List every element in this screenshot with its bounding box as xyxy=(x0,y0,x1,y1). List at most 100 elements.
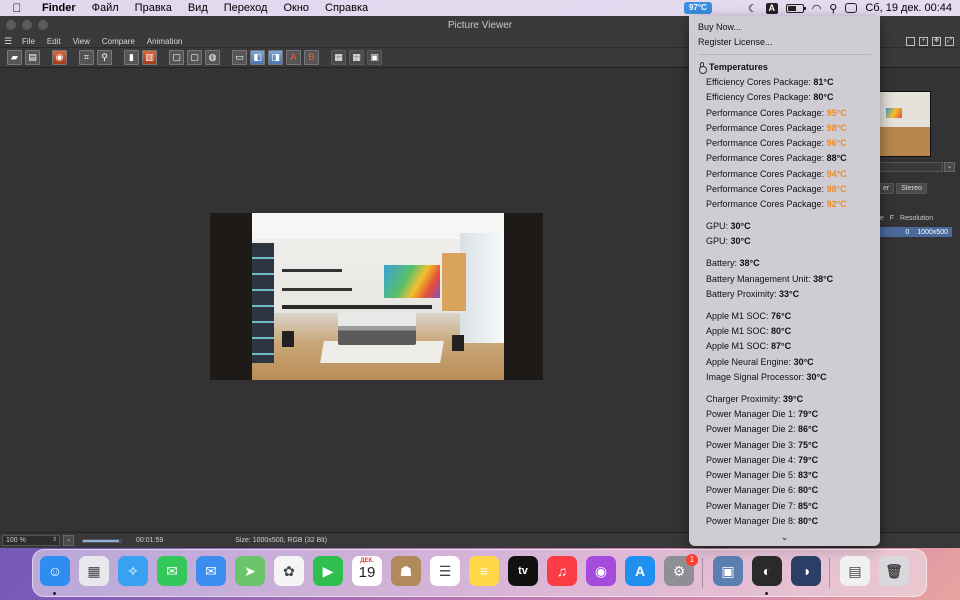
compare-icon[interactable]: ▭ xyxy=(232,50,247,65)
tab-filter[interactable]: er xyxy=(878,183,895,194)
mail-icon[interactable]: ✉ xyxy=(196,556,226,586)
temperature-row[interactable]: Power Manager Die 2: 86°C xyxy=(706,422,880,437)
temperature-row[interactable]: Efficiency Cores Package: 81°C xyxy=(706,75,880,90)
apple-tv-icon[interactable]: tv xyxy=(508,556,538,586)
split-view-icon[interactable]: ◧ xyxy=(250,50,265,65)
messages-icon[interactable]: ✉ xyxy=(157,556,187,586)
grid-alt-icon[interactable]: ▦ xyxy=(349,50,364,65)
menu-help[interactable]: Справка xyxy=(317,2,376,14)
reminders-icon[interactable]: ☰ xyxy=(430,556,460,586)
panel-layout-icon[interactable] xyxy=(906,36,915,46)
zoom-tool-icon[interactable]: ⚲ xyxy=(97,50,112,65)
close-window-button[interactable] xyxy=(6,20,16,30)
apple-menu-icon[interactable]:  xyxy=(0,1,34,15)
temperature-row[interactable]: Power Manager Die 6: 80°C xyxy=(706,483,880,498)
set-a-icon[interactable]: A xyxy=(286,50,301,65)
zoom-field[interactable]: 100 % ⇕ xyxy=(2,535,60,546)
temperature-row[interactable]: Performance Cores Package: 98°C xyxy=(706,121,880,136)
search-icon[interactable]: ⚲ xyxy=(829,2,837,15)
scroll-down-chevron-icon[interactable]: ⌄ xyxy=(689,532,880,543)
temperature-row[interactable]: GPU: 30°C xyxy=(706,219,880,234)
temperature-row[interactable]: Apple M1 SOC: 87°C xyxy=(706,339,880,354)
podcasts-icon[interactable]: ◉ xyxy=(586,556,616,586)
document-icon[interactable]: ▤ xyxy=(840,556,870,586)
menu-app-name[interactable]: Finder xyxy=(34,2,84,14)
navigator-thumbnail[interactable] xyxy=(879,91,931,157)
temperature-row[interactable]: Performance Cores Package: 94°C xyxy=(706,167,880,182)
temperature-row[interactable]: Efficiency Cores Package: 80°C xyxy=(706,90,880,105)
menu-view[interactable]: Вид xyxy=(180,2,216,14)
safari-icon[interactable]: ✧ xyxy=(118,556,148,586)
crop-icon[interactable]: ⌗ xyxy=(79,50,94,65)
temperature-row[interactable]: Apple M1 SOC: 80°C xyxy=(706,324,880,339)
app-menu-compare[interactable]: Compare xyxy=(96,37,141,46)
temperature-row[interactable]: GPU: 30°C xyxy=(706,234,880,249)
temperature-row[interactable]: Power Manager Die 5: 83°C xyxy=(706,468,880,483)
music-icon[interactable]: ♫ xyxy=(547,556,577,586)
temperature-row[interactable]: Charger Proximity: 39°C xyxy=(706,392,880,407)
temperature-row[interactable]: Apple M1 SOC: 76°C xyxy=(706,309,880,324)
image-viewport[interactable] xyxy=(0,69,688,531)
zoom-window-button[interactable] xyxy=(38,20,48,30)
history-row[interactable]: 0 1000x500 xyxy=(878,227,952,237)
temperature-row[interactable]: Apple Neural Engine: 30°C xyxy=(706,355,880,370)
frame-c-icon[interactable]: ◍ xyxy=(205,50,220,65)
zoom-dropdown-icon[interactable]: ⌄ xyxy=(63,535,74,546)
calendar-icon[interactable]: ДЕК. 19 xyxy=(352,556,382,586)
battery-icon[interactable] xyxy=(785,3,806,13)
control-center-icon[interactable] xyxy=(845,3,858,13)
app-menu-view[interactable]: View xyxy=(67,37,96,46)
keyboard-layout-icon[interactable]: A xyxy=(765,2,778,14)
column-resolution[interactable]: Resolution xyxy=(900,215,933,222)
grid-icon[interactable]: ▦ xyxy=(331,50,346,65)
menu-go[interactable]: Переход xyxy=(216,2,276,14)
menu-edit[interactable]: Правка xyxy=(127,2,180,14)
temperature-row[interactable]: Battery Management Unit: 38°C xyxy=(706,272,880,287)
menu-file[interactable]: Файл xyxy=(84,2,127,14)
temperature-row[interactable]: Power Manager Die 4: 79°C xyxy=(706,453,880,468)
split-view-alt-icon[interactable]: ◨ xyxy=(268,50,283,65)
register-license-item[interactable]: Register License... xyxy=(689,35,880,50)
minimize-window-button[interactable] xyxy=(22,20,32,30)
fit-icon[interactable]: ▣ xyxy=(367,50,382,65)
zoom-stepper-icon[interactable]: ⇕ xyxy=(52,536,57,545)
temperature-row[interactable]: Performance Cores Package: 96°C xyxy=(706,136,880,151)
moon-icon[interactable]: ☾ xyxy=(748,2,758,15)
cinema-4d-icon[interactable]: ◐ xyxy=(752,556,782,586)
photos-icon[interactable]: ✿ xyxy=(274,556,304,586)
temperature-row[interactable]: Power Manager Die 7: 85°C xyxy=(706,499,880,514)
temperature-row[interactable]: Performance Cores Package: 88°C xyxy=(706,151,880,166)
temperature-row[interactable]: Performance Cores Package: 95°C xyxy=(706,106,880,121)
buy-now-item[interactable]: Buy Now... xyxy=(689,20,880,35)
maps-icon[interactable]: ➤ xyxy=(235,556,265,586)
frame-a-icon[interactable]: ▢ xyxy=(169,50,184,65)
new-window-icon[interactable]: + xyxy=(919,36,928,46)
open-file-icon[interactable]: ▰ xyxy=(7,50,22,65)
cinema-4d-lite-icon[interactable]: ◑ xyxy=(791,556,821,586)
contacts-icon[interactable]: ☗ xyxy=(391,556,421,586)
app-menu-animation[interactable]: Animation xyxy=(141,37,189,46)
panel-select[interactable] xyxy=(879,162,943,172)
frame-b-icon[interactable]: ▢ xyxy=(187,50,202,65)
notes-icon[interactable]: ≡ xyxy=(469,556,499,586)
temperature-row[interactable]: Battery Proximity: 33°C xyxy=(706,287,880,302)
app-menu-file[interactable]: File xyxy=(16,37,41,46)
tab-stereo[interactable]: Stereo xyxy=(896,183,927,194)
layers-icon[interactable]: ▥ xyxy=(142,50,157,65)
temperature-status-item[interactable]: 97°C xyxy=(683,2,712,14)
facetime-icon[interactable]: ▶ xyxy=(313,556,343,586)
move-icon[interactable]: ✥ xyxy=(932,36,941,46)
menu-window[interactable]: Окно xyxy=(275,2,317,14)
temperature-row[interactable]: Power Manager Die 8: 80°C xyxy=(706,514,880,529)
temperature-row[interactable]: Battery: 38°C xyxy=(706,256,880,271)
copy-icon[interactable]: ▮ xyxy=(124,50,139,65)
fullscreen-icon[interactable]: ⤢ xyxy=(945,36,954,46)
trash-icon[interactable]: 🗑 xyxy=(879,556,909,586)
render-icon[interactable]: ◉ xyxy=(52,50,67,65)
temperature-row[interactable]: Performance Cores Package: 98°C xyxy=(706,182,880,197)
temperature-row[interactable]: Image Signal Processor: 30°C xyxy=(706,370,880,385)
wifi-icon[interactable]: ◠ xyxy=(812,2,822,15)
app-menu-edit[interactable]: Edit xyxy=(41,37,67,46)
temperature-row[interactable]: Power Manager Die 1: 79°C xyxy=(706,407,880,422)
launchpad-icon[interactable]: ▦ xyxy=(79,556,109,586)
